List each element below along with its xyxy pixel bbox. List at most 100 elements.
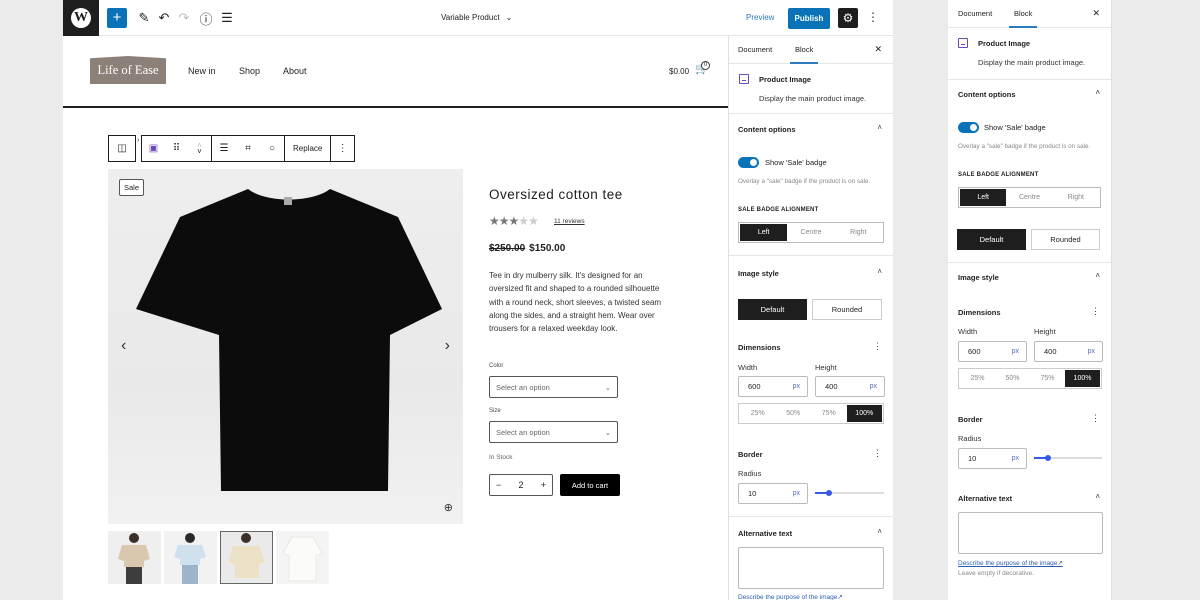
replace-button[interactable]: Replace (285, 144, 330, 153)
increase-quantity-button[interactable]: + (541, 480, 546, 490)
align-left-option[interactable]: Left (960, 189, 1007, 206)
alt-text-panel-toggle[interactable]: Alternative text (738, 529, 792, 538)
circle-mask-icon[interactable]: ○ (262, 139, 282, 159)
align-icon[interactable]: ☰ (214, 139, 234, 159)
height-input[interactable]: 400 px (1034, 341, 1103, 362)
radius-slider[interactable] (815, 490, 884, 496)
alt-text-textarea[interactable] (738, 547, 884, 589)
align-left-option[interactable]: Left (740, 224, 788, 241)
scale-50-option[interactable]: 50% (995, 370, 1030, 387)
chevron-up-icon[interactable]: ˄ (1095, 271, 1100, 280)
align-right-option[interactable]: Right (1053, 189, 1099, 206)
publish-button[interactable]: Publish (788, 8, 830, 29)
tab-document[interactable]: Document (738, 45, 772, 54)
redo-icon[interactable]: ↷ (175, 9, 193, 27)
width-input[interactable]: 600 px (738, 376, 808, 397)
sale-badge-toggle[interactable] (738, 157, 759, 168)
scale-25-option[interactable]: 25% (740, 405, 776, 422)
document-title-dropdown[interactable]: Variable Product ⌄ (441, 13, 512, 22)
undo-icon[interactable]: ↶ (155, 9, 173, 27)
close-icon[interactable]: ✕ (874, 44, 882, 55)
scale-100-option[interactable]: 100% (846, 405, 882, 422)
radius-input[interactable]: 10 px (738, 483, 808, 504)
alt-text-textarea[interactable] (958, 512, 1103, 554)
radius-unit[interactable]: px (793, 490, 800, 497)
select-parent-block-button[interactable]: ◫ (108, 135, 136, 162)
add-block-button[interactable]: + (107, 8, 127, 28)
nav-item-shop[interactable]: Shop (239, 66, 260, 76)
radius-slider-thumb[interactable] (825, 490, 832, 496)
radius-input[interactable]: 10 px (958, 448, 1027, 469)
cart-icon[interactable]: 🛒0 (695, 61, 711, 78)
height-input[interactable]: 400 px (815, 376, 885, 397)
image-style-panel-toggle[interactable]: Image style (738, 269, 779, 278)
nav-item-about[interactable]: About (283, 66, 307, 76)
thumbnail[interactable] (276, 531, 329, 584)
pencil-icon[interactable]: ✎ (135, 9, 153, 27)
scale-25-option[interactable]: 25% (960, 370, 995, 387)
info-icon[interactable]: ⓘ (197, 9, 215, 27)
reviews-link[interactable]: 11 reviews (554, 218, 585, 225)
quantity-input[interactable]: 2 (518, 480, 523, 490)
options-menu-button[interactable]: ⋮ (866, 10, 880, 26)
alt-text-panel-toggle[interactable]: Alternative text (958, 494, 1012, 503)
scale-50-option[interactable]: 50% (776, 405, 812, 422)
chevron-up-icon[interactable]: ˄ (877, 527, 882, 536)
scale-100-option[interactable]: 100% (1065, 370, 1100, 387)
preview-button[interactable]: Preview (746, 13, 774, 22)
border-options-kebab-icon[interactable]: ⋮ (873, 448, 882, 459)
radius-slider[interactable] (1034, 455, 1102, 461)
thumbnail[interactable] (108, 531, 161, 584)
thumbnail[interactable] (164, 531, 217, 584)
content-options-panel-toggle[interactable]: Content options (958, 90, 1016, 99)
image-style-default-button[interactable]: Default (738, 299, 807, 320)
list-view-icon[interactable]: ☰ (218, 9, 236, 27)
width-unit[interactable]: px (1012, 348, 1019, 355)
add-to-cart-button[interactable]: Add to cart (560, 474, 620, 496)
wordpress-logo-button[interactable]: W (63, 0, 99, 36)
width-unit[interactable]: px (793, 383, 800, 390)
image-style-panel-toggle[interactable]: Image style (958, 273, 999, 282)
decrease-quantity-button[interactable]: − (496, 480, 501, 490)
product-image-block-icon[interactable]: ▣ (144, 139, 164, 159)
sale-badge-toggle[interactable] (958, 122, 979, 133)
image-style-rounded-button[interactable]: Rounded (1031, 229, 1100, 250)
crop-icon[interactable]: ⌗ (238, 139, 258, 159)
tab-document[interactable]: Document (958, 9, 992, 18)
settings-gear-button[interactable]: ⚙ (838, 8, 858, 28)
scale-75-option[interactable]: 75% (1030, 370, 1065, 387)
scale-75-option[interactable]: 75% (811, 405, 847, 422)
chevron-up-icon[interactable]: ˄ (1095, 88, 1100, 97)
close-icon[interactable]: ✕ (1092, 8, 1100, 19)
nav-item-new-in[interactable]: New in (188, 66, 216, 76)
move-up-down-icon[interactable]: ˄ ˅ (190, 139, 210, 159)
border-options-kebab-icon[interactable]: ⋮ (1091, 413, 1100, 424)
zoom-in-icon[interactable]: ⊕ (444, 501, 453, 514)
radius-slider-thumb[interactable] (1044, 455, 1051, 461)
alt-text-help-link[interactable]: Describe the purpose of the image↗ (738, 593, 843, 600)
image-style-rounded-button[interactable]: Rounded (812, 299, 882, 320)
align-centre-option[interactable]: Centre (1006, 189, 1052, 206)
previous-image-arrow[interactable]: ‹ (121, 337, 126, 355)
radius-unit[interactable]: px (1012, 455, 1019, 462)
tab-block[interactable]: Block (1008, 9, 1038, 28)
site-logo[interactable]: Life of Ease (90, 56, 166, 84)
align-right-option[interactable]: Right (835, 224, 882, 241)
chevron-up-icon[interactable]: ˄ (877, 123, 882, 132)
align-centre-option[interactable]: Centre (787, 224, 834, 241)
product-image[interactable]: Sale ‹ › ⊕ (108, 169, 463, 524)
block-options-kebab-icon[interactable]: ⋮ (333, 139, 353, 159)
image-style-default-button[interactable]: Default (957, 229, 1026, 250)
chevron-up-icon[interactable]: ˄ (877, 267, 882, 276)
drag-handle-icon[interactable]: ⠿ (167, 139, 187, 159)
alt-text-help-link[interactable]: Describe the purpose of the image↗ (958, 559, 1063, 567)
color-select[interactable]: Select an option ⌄ (489, 376, 618, 398)
height-unit[interactable]: px (870, 383, 877, 390)
content-options-panel-toggle[interactable]: Content options (738, 125, 796, 134)
width-input[interactable]: 600 px (958, 341, 1027, 362)
next-image-arrow[interactable]: › (445, 337, 450, 355)
size-select[interactable]: Select an option ⌄ (489, 421, 618, 443)
tab-block[interactable]: Block (789, 45, 819, 64)
dimensions-options-kebab-icon[interactable]: ⋮ (1091, 306, 1100, 317)
chevron-up-icon[interactable]: ˄ (1095, 492, 1100, 501)
